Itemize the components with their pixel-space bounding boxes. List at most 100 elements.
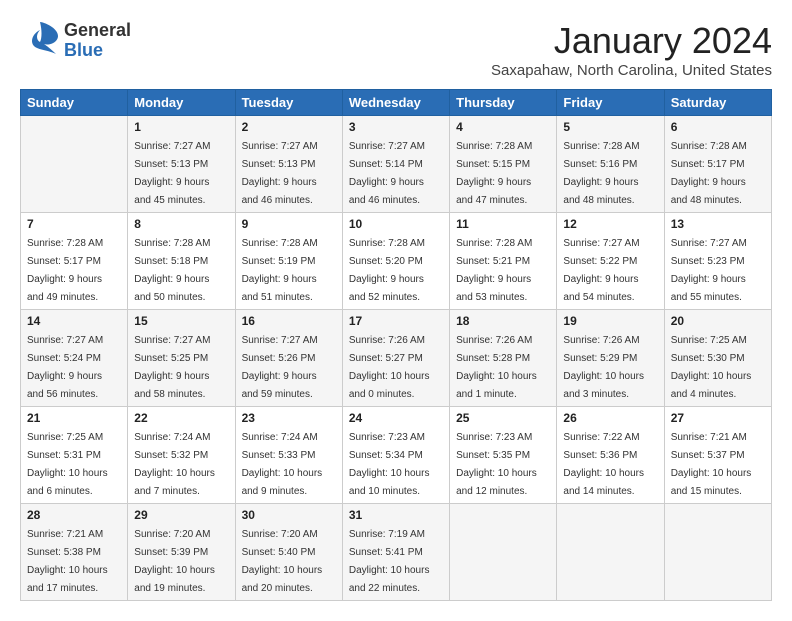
table-row: 14 Sunrise: 7:27 AM Sunset: 5:24 PM Dayl…: [21, 310, 128, 407]
day-sunrise: Sunrise: 7:26 AM: [349, 335, 425, 346]
day-daylight: Daylight: 9 hours and 45 minutes.: [134, 177, 209, 206]
calendar-table: Sunday Monday Tuesday Wednesday Thursday…: [20, 89, 772, 601]
day-sunrise: Sunrise: 7:27 AM: [349, 141, 425, 152]
day-sunset: Sunset: 5:37 PM: [671, 450, 745, 461]
table-row: 7 Sunrise: 7:28 AM Sunset: 5:17 PM Dayli…: [21, 213, 128, 310]
day-sunrise: Sunrise: 7:20 AM: [134, 529, 210, 540]
day-daylight: Daylight: 10 hours and 22 minutes.: [349, 565, 430, 594]
day-sunset: Sunset: 5:39 PM: [134, 547, 208, 558]
table-row: 2 Sunrise: 7:27 AM Sunset: 5:13 PM Dayli…: [235, 116, 342, 213]
day-sunrise: Sunrise: 7:28 AM: [456, 141, 532, 152]
table-row: 9 Sunrise: 7:28 AM Sunset: 5:19 PM Dayli…: [235, 213, 342, 310]
day-sunrise: Sunrise: 7:28 AM: [456, 238, 532, 249]
day-daylight: Daylight: 9 hours and 56 minutes.: [27, 371, 102, 400]
day-number: 10: [349, 217, 443, 231]
day-sunset: Sunset: 5:17 PM: [27, 256, 101, 267]
day-sunrise: Sunrise: 7:27 AM: [242, 141, 318, 152]
day-daylight: Daylight: 10 hours and 0 minutes.: [349, 371, 430, 400]
day-daylight: Daylight: 10 hours and 15 minutes.: [671, 468, 752, 497]
day-sunset: Sunset: 5:30 PM: [671, 353, 745, 364]
day-daylight: Daylight: 9 hours and 51 minutes.: [242, 274, 317, 303]
day-sunset: Sunset: 5:14 PM: [349, 159, 423, 170]
table-row: 24 Sunrise: 7:23 AM Sunset: 5:34 PM Dayl…: [342, 407, 449, 504]
day-sunrise: Sunrise: 7:28 AM: [242, 238, 318, 249]
calendar-week-row: 7 Sunrise: 7:28 AM Sunset: 5:17 PM Dayli…: [21, 213, 772, 310]
day-sunrise: Sunrise: 7:28 AM: [27, 238, 103, 249]
day-sunrise: Sunrise: 7:19 AM: [349, 529, 425, 540]
title-block: January 2024 Saxapahaw, North Carolina, …: [491, 20, 772, 79]
table-row: [21, 116, 128, 213]
day-sunrise: Sunrise: 7:27 AM: [134, 335, 210, 346]
day-daylight: Daylight: 10 hours and 12 minutes.: [456, 468, 537, 497]
day-number: 3: [349, 120, 443, 134]
day-sunset: Sunset: 5:36 PM: [563, 450, 637, 461]
day-number: 15: [134, 314, 228, 328]
day-sunset: Sunset: 5:24 PM: [27, 353, 101, 364]
day-number: 5: [563, 120, 657, 134]
calendar-week-row: 28 Sunrise: 7:21 AM Sunset: 5:38 PM Dayl…: [21, 504, 772, 601]
day-number: 17: [349, 314, 443, 328]
day-sunset: Sunset: 5:26 PM: [242, 353, 316, 364]
day-sunset: Sunset: 5:40 PM: [242, 547, 316, 558]
day-daylight: Daylight: 9 hours and 54 minutes.: [563, 274, 638, 303]
day-sunset: Sunset: 5:13 PM: [134, 159, 208, 170]
month-year-title: January 2024: [491, 20, 772, 62]
day-sunrise: Sunrise: 7:23 AM: [349, 432, 425, 443]
table-row: 1 Sunrise: 7:27 AM Sunset: 5:13 PM Dayli…: [128, 116, 235, 213]
table-row: 4 Sunrise: 7:28 AM Sunset: 5:15 PM Dayli…: [450, 116, 557, 213]
day-sunset: Sunset: 5:21 PM: [456, 256, 530, 267]
table-row: 18 Sunrise: 7:26 AM Sunset: 5:28 PM Dayl…: [450, 310, 557, 407]
day-sunset: Sunset: 5:27 PM: [349, 353, 423, 364]
day-number: 4: [456, 120, 550, 134]
day-number: 24: [349, 411, 443, 425]
day-number: 30: [242, 508, 336, 522]
day-sunset: Sunset: 5:19 PM: [242, 256, 316, 267]
logo-text: General Blue: [64, 21, 131, 61]
day-number: 16: [242, 314, 336, 328]
day-sunrise: Sunrise: 7:20 AM: [242, 529, 318, 540]
table-row: 11 Sunrise: 7:28 AM Sunset: 5:21 PM Dayl…: [450, 213, 557, 310]
day-sunrise: Sunrise: 7:27 AM: [27, 335, 103, 346]
day-daylight: Daylight: 9 hours and 52 minutes.: [349, 274, 424, 303]
day-number: 31: [349, 508, 443, 522]
day-sunset: Sunset: 5:33 PM: [242, 450, 316, 461]
logo: General Blue: [20, 20, 131, 61]
table-row: [664, 504, 771, 601]
table-row: 13 Sunrise: 7:27 AM Sunset: 5:23 PM Dayl…: [664, 213, 771, 310]
table-row: 19 Sunrise: 7:26 AM Sunset: 5:29 PM Dayl…: [557, 310, 664, 407]
header-sunday: Sunday: [21, 90, 128, 116]
header-saturday: Saturday: [664, 90, 771, 116]
day-daylight: Daylight: 9 hours and 53 minutes.: [456, 274, 531, 303]
calendar-week-row: 1 Sunrise: 7:27 AM Sunset: 5:13 PM Dayli…: [21, 116, 772, 213]
day-number: 22: [134, 411, 228, 425]
table-row: 28 Sunrise: 7:21 AM Sunset: 5:38 PM Dayl…: [21, 504, 128, 601]
header-friday: Friday: [557, 90, 664, 116]
table-row: [450, 504, 557, 601]
header-thursday: Thursday: [450, 90, 557, 116]
logo-blue-text: Blue: [64, 41, 131, 61]
table-row: 16 Sunrise: 7:27 AM Sunset: 5:26 PM Dayl…: [235, 310, 342, 407]
day-daylight: Daylight: 9 hours and 55 minutes.: [671, 274, 746, 303]
table-row: 30 Sunrise: 7:20 AM Sunset: 5:40 PM Dayl…: [235, 504, 342, 601]
day-number: 11: [456, 217, 550, 231]
day-number: 9: [242, 217, 336, 231]
table-row: 29 Sunrise: 7:20 AM Sunset: 5:39 PM Dayl…: [128, 504, 235, 601]
day-daylight: Daylight: 10 hours and 1 minute.: [456, 371, 537, 400]
day-number: 29: [134, 508, 228, 522]
table-row: 3 Sunrise: 7:27 AM Sunset: 5:14 PM Dayli…: [342, 116, 449, 213]
day-sunrise: Sunrise: 7:27 AM: [242, 335, 318, 346]
day-sunset: Sunset: 5:16 PM: [563, 159, 637, 170]
table-row: 25 Sunrise: 7:23 AM Sunset: 5:35 PM Dayl…: [450, 407, 557, 504]
day-sunrise: Sunrise: 7:28 AM: [134, 238, 210, 249]
day-sunset: Sunset: 5:38 PM: [27, 547, 101, 558]
table-row: [557, 504, 664, 601]
location-subtitle: Saxapahaw, North Carolina, United States: [491, 62, 772, 79]
day-number: 1: [134, 120, 228, 134]
day-sunrise: Sunrise: 7:25 AM: [671, 335, 747, 346]
day-sunset: Sunset: 5:28 PM: [456, 353, 530, 364]
day-sunset: Sunset: 5:20 PM: [349, 256, 423, 267]
day-daylight: Daylight: 9 hours and 46 minutes.: [349, 177, 424, 206]
table-row: 31 Sunrise: 7:19 AM Sunset: 5:41 PM Dayl…: [342, 504, 449, 601]
day-daylight: Daylight: 9 hours and 58 minutes.: [134, 371, 209, 400]
table-row: 12 Sunrise: 7:27 AM Sunset: 5:22 PM Dayl…: [557, 213, 664, 310]
